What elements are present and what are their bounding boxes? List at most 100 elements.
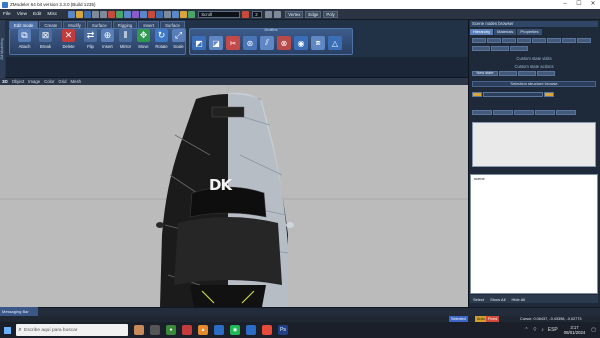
chevron-down-icon[interactable] (265, 10, 273, 18)
3d-viewport[interactable]: DK (0, 85, 468, 307)
split-icon[interactable]: ⫽ (260, 36, 274, 50)
bevel-icon[interactable]: ◪ (209, 36, 223, 50)
weld-icon[interactable]: ⊛ (243, 36, 257, 50)
browser-button[interactable] (514, 110, 534, 115)
vertex-mode-button[interactable]: Vertex (285, 10, 304, 18)
menu-misc[interactable]: Misc (44, 12, 60, 17)
state-button[interactable] (518, 71, 536, 76)
show-all-button[interactable]: Show All (487, 297, 508, 302)
tree-select-button[interactable]: Select (470, 297, 487, 302)
language-indicator[interactable]: ESP (548, 327, 558, 333)
scale-tool[interactable]: ⤢ Scale (170, 29, 187, 49)
browser-button[interactable] (472, 38, 486, 43)
chrome-2-icon[interactable] (262, 325, 272, 335)
browser-button[interactable] (472, 110, 492, 115)
tab-materials[interactable]: Materials (494, 29, 517, 35)
folder-icon[interactable] (544, 92, 554, 97)
zmodeler-icon[interactable] (182, 325, 192, 335)
browser-button[interactable] (472, 46, 490, 51)
pin-icon[interactable] (148, 10, 156, 18)
browser-button[interactable] (487, 38, 501, 43)
viewport-menu-object[interactable]: Object (10, 79, 26, 84)
break-tool[interactable]: ⊠ Break (37, 29, 54, 49)
photoshop-icon[interactable]: Ps (278, 325, 288, 335)
tab-properties[interactable]: Properties (517, 29, 542, 35)
detach-icon[interactable]: ⧈ (311, 36, 325, 50)
browser-button[interactable] (493, 110, 513, 115)
chevron-up-icon[interactable]: ⌃ (524, 327, 528, 333)
camera-icon[interactable] (156, 10, 164, 18)
poly-mode-button[interactable]: Poly (323, 10, 338, 18)
vlc-icon[interactable]: ▲ (198, 325, 208, 335)
delete-tool[interactable]: ✕ Delete (60, 29, 77, 49)
tab-create[interactable]: Create (39, 21, 63, 28)
tab-hierarchy[interactable]: Hierarchy (470, 29, 494, 35)
settings-icon[interactable] (274, 10, 282, 18)
network-icon[interactable]: ⌔ (533, 327, 538, 333)
menu-edit[interactable]: Edit (30, 12, 44, 17)
avatar-icon[interactable] (134, 325, 144, 335)
select-icon[interactable] (116, 10, 124, 18)
browser-button[interactable] (517, 38, 531, 43)
grid-icon[interactable] (140, 10, 148, 18)
selection-structure-bar[interactable]: Selection structure browse (472, 81, 596, 87)
new-state-button[interactable]: New state (472, 71, 498, 76)
delete-icon[interactable] (108, 10, 116, 18)
smooth-icon[interactable]: ◉ (294, 36, 308, 50)
save-icon[interactable] (84, 10, 92, 18)
rotate-tool[interactable]: ↻ Rotate (153, 29, 170, 49)
color-swatch-icon[interactable] (242, 10, 250, 18)
messaging-bar-tab[interactable]: Messaging Bar (0, 307, 38, 316)
ribbon-vertical-tab[interactable]: ZM Modelling (0, 20, 5, 78)
volume-icon[interactable]: ♪ (541, 327, 544, 333)
tab-rigging[interactable]: Rigging (112, 21, 138, 28)
selection-field[interactable] (483, 92, 543, 97)
tab-modify[interactable]: Modify (63, 21, 86, 28)
close-button[interactable]: ✕ (586, 0, 600, 9)
scene-tree[interactable]: scene (470, 174, 598, 294)
task-view-icon[interactable] (150, 325, 160, 335)
state-button[interactable] (499, 71, 517, 76)
notifications-icon[interactable]: ▢ (591, 327, 596, 333)
browser-button[interactable] (577, 38, 591, 43)
tab-surface-2[interactable]: Surface (160, 21, 185, 28)
cut-icon[interactable]: ✂ (226, 36, 240, 50)
browser-button[interactable] (491, 46, 509, 51)
insert-tool[interactable]: ⊕ Insert (99, 29, 116, 49)
attach-tool[interactable]: ⧉ Attach (16, 29, 33, 49)
collapse-icon[interactable]: ⊗ (277, 36, 291, 50)
flip-tool[interactable]: ⇄ Flip (82, 29, 99, 49)
browser-button[interactable] (562, 38, 576, 43)
maximize-button[interactable]: ☐ (572, 0, 586, 9)
browser-button[interactable] (556, 110, 576, 115)
open-folder-icon[interactable] (76, 10, 84, 18)
taskbar-search[interactable]: ⌕ Escribe aquí para buscar (16, 324, 128, 336)
level-field[interactable]: 2 (252, 10, 263, 18)
word-icon[interactable] (214, 325, 224, 335)
viewport-menu-image[interactable]: Image (26, 79, 42, 84)
light-icon[interactable] (164, 10, 172, 18)
check-icon[interactable] (188, 10, 196, 18)
folder-app-icon[interactable] (246, 325, 256, 335)
mode-combo[interactable]: Scroll (198, 10, 241, 18)
folder-icon[interactable] (472, 92, 482, 97)
windows-start-icon[interactable] (0, 322, 14, 338)
spotify-icon[interactable]: ◉ (230, 325, 240, 335)
move-tool[interactable]: ✥ Move (135, 29, 152, 49)
browser-button[interactable] (547, 38, 561, 43)
undo-icon[interactable] (92, 10, 100, 18)
minimize-button[interactable]: – (558, 0, 572, 9)
viewport-menu-mesh[interactable]: Mesh (69, 79, 84, 84)
new-file-icon[interactable] (68, 10, 76, 18)
browser-button[interactable] (535, 110, 555, 115)
redo-icon[interactable] (100, 10, 108, 18)
menu-file[interactable]: File (0, 12, 14, 17)
layers-icon[interactable] (172, 10, 180, 18)
chrome-icon[interactable]: ● (166, 325, 176, 335)
mirror-tool[interactable]: ⫴ Mirror (117, 29, 134, 49)
extrude-icon[interactable]: ◩ (192, 36, 206, 50)
taskbar-clock[interactable]: 3:17 08/01/2024 (564, 325, 586, 335)
browser-button[interactable] (502, 38, 516, 43)
viewport-menu-color[interactable]: Color (42, 79, 56, 84)
tab-edit-mode[interactable]: Edit mode (9, 21, 39, 28)
